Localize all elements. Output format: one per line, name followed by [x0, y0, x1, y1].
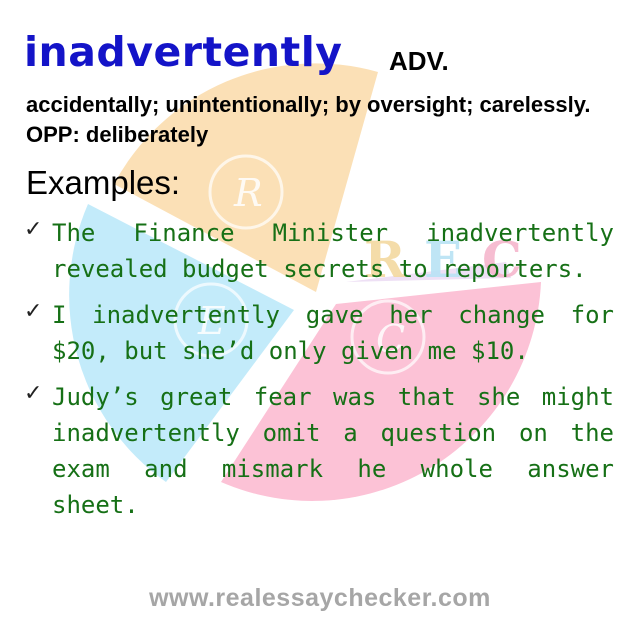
part-of-speech: ADV. [389, 46, 449, 76]
example-text: Judy’s great fear was that she might ina… [52, 383, 614, 519]
definition: accidentally; unintentionally; by oversi… [26, 92, 591, 147]
check-mark-icon: ✓ [24, 381, 43, 406]
example-item: ✓ Judy’s great fear was that she might i… [24, 379, 614, 523]
example-text: I inadvertently gave her change for $20,… [52, 301, 614, 365]
examples-list: ✓ The Finance Minister inadvertently rev… [24, 215, 614, 533]
example-item: ✓ I inadvertently gave her change for $2… [24, 297, 614, 369]
examples-heading: Examples: [26, 164, 181, 201]
check-mark-icon: ✓ [24, 217, 43, 242]
example-text: The Finance Minister inadvertently revea… [52, 219, 614, 283]
headword: inadvertently [24, 28, 343, 76]
check-mark-icon: ✓ [24, 299, 43, 324]
vocabulary-card: inadvertently ADV. accidentally; uninten… [0, 0, 640, 640]
website-url: www.realessaychecker.com [149, 584, 491, 612]
example-item: ✓ The Finance Minister inadvertently rev… [24, 215, 614, 287]
